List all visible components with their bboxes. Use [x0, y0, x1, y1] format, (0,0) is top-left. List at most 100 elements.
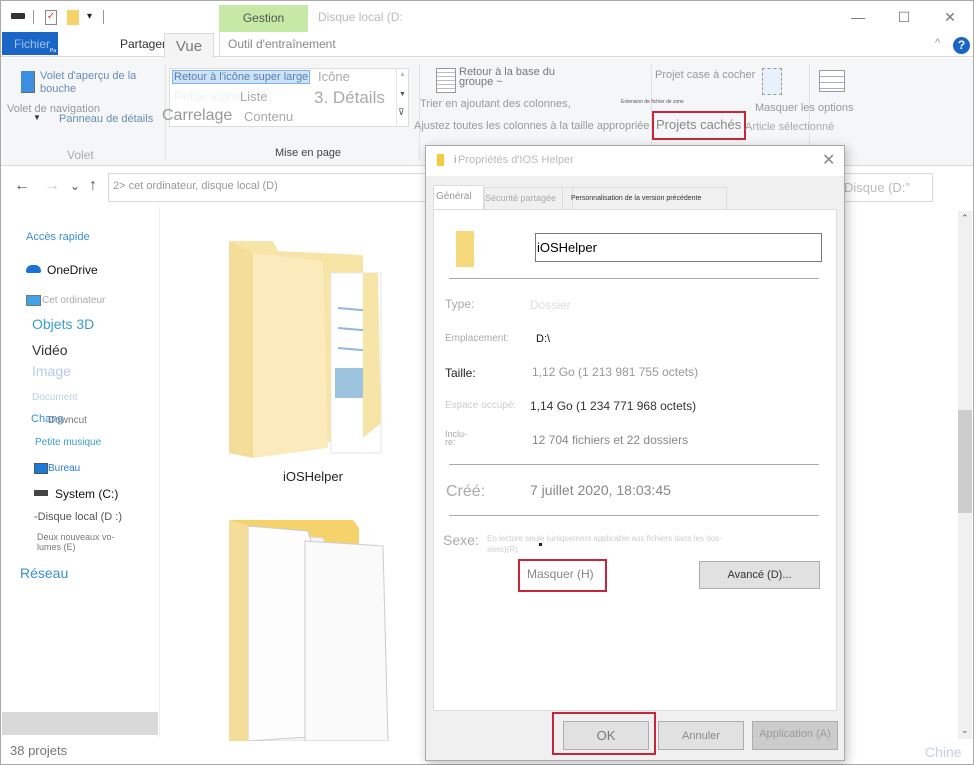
sidebar-item-local-d[interactable]: -Disque local (D :)	[34, 511, 122, 523]
sidebar-item-network[interactable]: Réseau	[20, 565, 68, 581]
sidebar-item-video[interactable]: Vidéo	[32, 342, 68, 358]
tab-file[interactable]: Fichier Pa	[2, 32, 58, 55]
new-folder-icon[interactable]	[67, 10, 79, 25]
group-label-layout: Mise en page	[275, 147, 342, 159]
contains-label-line2: re:	[445, 437, 456, 447]
ribbon-tab-row: Fichier Pa Partager Vue Outil d'entraîne…	[1, 32, 973, 58]
pane-divider[interactable]	[159, 207, 160, 737]
gallery-down-icon[interactable]: ▼	[399, 91, 406, 98]
sidebar-item-system-c[interactable]: System (C:)	[55, 487, 118, 501]
size-columns-button[interactable]: Ajustez toutes les colonnes à la taille …	[414, 120, 649, 132]
selected-item-highlight	[2, 712, 158, 735]
tab-share[interactable]: Partager	[120, 37, 166, 51]
sidebar-item-music[interactable]: Petite musique	[35, 437, 101, 448]
preview-pane-button[interactable]: Volet d'aperçu de la bouche	[40, 70, 140, 96]
layout-gallery: Retour à l'icône super large Icône Petit…	[162, 68, 409, 127]
ok-button[interactable]: OK	[563, 721, 649, 750]
divider	[449, 278, 819, 279]
dialog-title-prefix: i	[454, 154, 457, 166]
sidebar-item-3d-objects[interactable]: Objets 3D	[32, 316, 94, 332]
hide-selected-button[interactable]: Masquer les options	[755, 102, 853, 114]
readonly-checkbox-label[interactable]: En lecture seule (uniquement applicable …	[487, 534, 722, 543]
layout-tiles[interactable]: Carrelage	[162, 107, 232, 125]
divider	[449, 515, 819, 516]
separator	[103, 10, 104, 24]
vertical-scrollbar[interactable]: ⌃ ⌄	[958, 211, 972, 739]
hidden-attribute-checkbox[interactable]: Masquer (H)	[527, 567, 594, 581]
up-button[interactable]: ↑	[89, 177, 97, 195]
apply-button[interactable]: Application (A)	[752, 721, 838, 750]
type-label: Type:	[445, 297, 475, 311]
gallery-scroll[interactable]: ▲ ▼ ⊽	[396, 69, 408, 126]
forward-button[interactable]: →	[44, 177, 60, 195]
collapse-ribbon-icon[interactable]: ^	[935, 37, 940, 49]
layout-list[interactable]: Liste	[240, 89, 267, 104]
file-extensions-toggle[interactable]: Extension de fichier de zone	[621, 99, 684, 105]
details-pane-button[interactable]: Panneau de détails	[59, 113, 153, 125]
advanced-button[interactable]: Avancé (D)...	[699, 561, 820, 589]
layout-small-icons[interactable]: Petite icône	[174, 89, 242, 104]
group-separator	[419, 64, 420, 160]
dialog-title: Propriétés d'IOS Helper	[458, 154, 574, 166]
contains-label: Inclu-re:	[445, 430, 467, 447]
cancel-button[interactable]: Annuler	[658, 721, 744, 750]
scroll-thumb[interactable]	[958, 410, 972, 513]
created-label: Créé:	[446, 483, 486, 500]
hide-selected-label: Article sélectionné	[745, 121, 835, 133]
gallery-up-icon[interactable]: ▲	[399, 71, 406, 78]
navigation-pane-dropdown-icon[interactable]: ▼	[33, 113, 41, 122]
tab-gestion[interactable]: Gestion	[219, 5, 308, 32]
size-value: 1,12 Go (1 213 981 755 octets)	[532, 365, 699, 379]
properties-icon[interactable]: ✓	[45, 10, 57, 25]
dialog-close-button[interactable]: ✕	[822, 150, 835, 170]
dialog-title-bar: i Propriétés d'IOS Helper ✕	[426, 146, 844, 176]
search-box[interactable]: Disque (D:"	[843, 173, 933, 202]
sidebar-item-onedrive[interactable]: OneDrive	[47, 263, 98, 277]
sidebar-item-desktop[interactable]: Bureau	[48, 463, 80, 474]
status-language: Chine	[925, 744, 962, 760]
readonly-checkbox[interactable]	[539, 543, 542, 546]
sidebar-item-image[interactable]: Image	[32, 363, 71, 379]
maximize-button[interactable]: ☐	[881, 4, 927, 30]
layout-icon[interactable]: Icône	[318, 69, 350, 84]
sidebar-item-this-pc[interactable]: Cet ordinateur	[42, 295, 105, 306]
item-checkboxes-toggle[interactable]: Projet case à cocher	[655, 69, 755, 81]
close-button[interactable]: ✕	[927, 4, 973, 30]
customize-toolbar-icon[interactable]: ▾	[87, 11, 92, 22]
size-on-disk-label: Espace occupé:	[445, 400, 517, 411]
folder-name-input[interactable]	[535, 233, 822, 262]
drive-icon[interactable]	[11, 13, 25, 19]
scroll-up-icon[interactable]: ⌃	[961, 213, 969, 224]
add-columns-button[interactable]: Trier en ajoutant des colonnes,	[420, 98, 571, 110]
hidden-items-toggle[interactable]: Projets cachés	[656, 117, 741, 132]
folder-item-ioshelper[interactable]	[223, 233, 393, 458]
folder-item-2[interactable]	[223, 516, 393, 742]
help-icon[interactable]: ?	[953, 37, 970, 54]
recent-locations-button[interactable]: ⌄	[70, 179, 80, 193]
tab-tool[interactable]: Outil d'entraînement	[219, 32, 336, 57]
folder-with-papers-icon	[229, 520, 389, 742]
general-panel: Type: Dossier Emplacement: D:\ Taille: 1…	[433, 209, 837, 711]
address-bar[interactable]: 2> cet ordinateur, disque local (D)	[108, 173, 426, 202]
location-value: D:\	[536, 333, 551, 345]
group-by-button[interactable]: Retour à la base du groupe ~	[459, 67, 559, 88]
tab-view[interactable]: Vue	[164, 33, 214, 58]
tab-sharing-security[interactable]: Sécurité partagée	[484, 187, 573, 209]
sidebar-item-quick-access[interactable]: Accès rapide	[26, 231, 90, 243]
group-by-icon	[436, 68, 456, 93]
sidebar-item-document[interactable]: Document	[32, 392, 78, 403]
gallery-expand-icon[interactable]: ⊽	[398, 107, 405, 118]
tab-previous-versions[interactable]: Personnalisation de la version précédent…	[562, 187, 727, 209]
sidebar-item-new-volume-e[interactable]: Deux nouveaux vo-	[37, 532, 115, 542]
minimize-button[interactable]: —	[835, 4, 881, 30]
properties-dialog: i Propriétés d'IOS Helper ✕ Général Sécu…	[425, 145, 845, 761]
options-icon[interactable]	[819, 70, 845, 92]
layout-details[interactable]: 3. Détails	[314, 88, 385, 108]
title-bar: ✓ ▾ Gestion Disque local (D: — ☐ ✕	[1, 1, 973, 32]
tab-general[interactable]: Général	[433, 185, 484, 210]
layout-extra-large-icons[interactable]: Retour à l'icône super large	[172, 70, 311, 84]
sidebar-item-downloads[interactable]: Downcut	[48, 415, 87, 426]
scroll-down-icon[interactable]: ⌄	[961, 725, 969, 736]
layout-content[interactable]: Contenu	[244, 109, 293, 124]
back-button[interactable]: ←	[14, 177, 30, 195]
